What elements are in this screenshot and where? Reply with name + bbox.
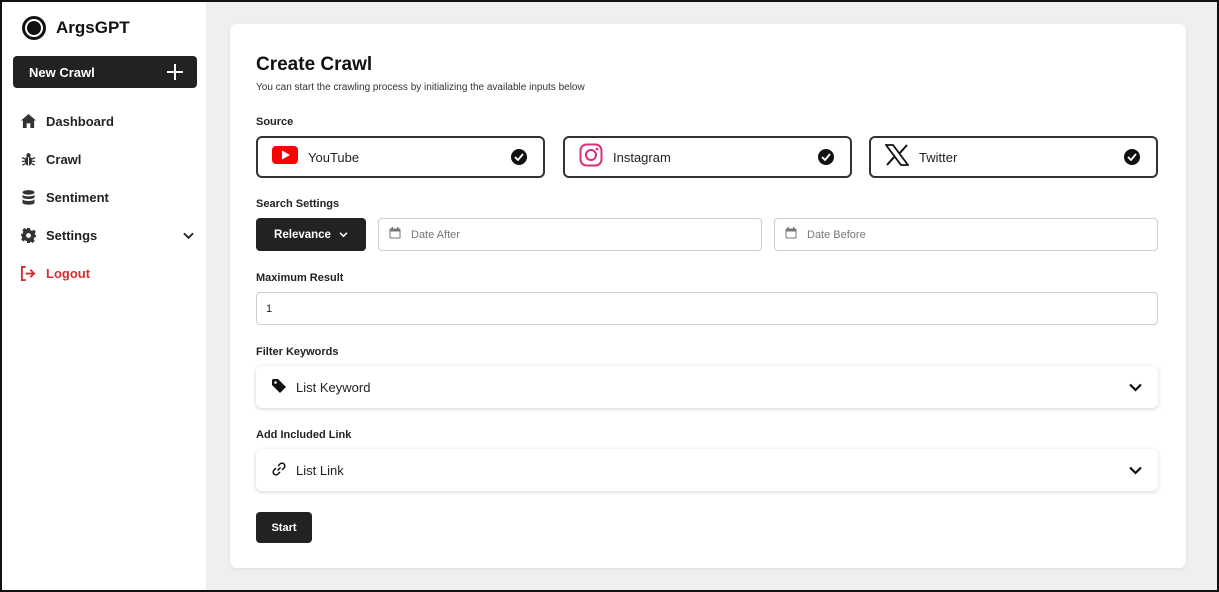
chevron-down-icon[interactable]: [183, 228, 194, 243]
maximum-result-label: Maximum Result: [256, 272, 344, 284]
date-before-placeholder: Date Before: [807, 228, 866, 241]
source-name: YouTube: [308, 149, 360, 165]
logout-icon: [20, 265, 36, 281]
source-label: Source: [256, 116, 294, 128]
sidebar-item-crawl[interactable]: Crawl: [20, 140, 198, 178]
sidebar-item-label: Crawl: [46, 151, 82, 167]
app-name: ArgsGPT: [56, 18, 130, 37]
sidebar: ArgsGPT New Crawl Dashboard Crawl Sentim…: [2, 2, 206, 590]
gear-icon: [20, 227, 36, 243]
sort-selected: Relevance: [274, 228, 331, 241]
source-name: Instagram: [613, 149, 671, 165]
brand[interactable]: ArgsGPT: [22, 16, 130, 40]
search-settings-label: Search Settings: [256, 198, 340, 210]
source-name: Twitter: [919, 149, 958, 165]
calendar-icon: [389, 227, 401, 242]
chevron-down-icon: [339, 229, 348, 241]
sort-dropdown[interactable]: Relevance: [256, 218, 366, 251]
main-content: Create Crawl You can start the crawling …: [206, 2, 1217, 590]
sidebar-item-logout[interactable]: Logout: [20, 254, 198, 292]
instagram-icon: [579, 143, 603, 172]
keyword-list-accordion[interactable]: List Keyword: [256, 366, 1158, 408]
date-before-field[interactable]: Date Before: [774, 218, 1158, 251]
sidebar-item-label: Sentiment: [46, 189, 109, 205]
page-subtitle: You can start the crawling process by in…: [256, 82, 585, 93]
check-icon: [1124, 149, 1140, 165]
app-window: ArgsGPT New Crawl Dashboard Crawl Sentim…: [0, 0, 1219, 592]
new-crawl-button[interactable]: New Crawl: [13, 56, 197, 88]
source-instagram[interactable]: Instagram: [563, 136, 852, 178]
sidebar-item-label: Dashboard: [46, 113, 114, 129]
keyword-list-title: List Keyword: [296, 379, 371, 395]
chevron-down-icon: [1129, 463, 1142, 478]
link-list-title: List Link: [296, 462, 344, 478]
sidebar-nav: Dashboard Crawl Sentiment Settings Logou…: [20, 102, 198, 292]
chevron-down-icon: [1129, 380, 1142, 395]
sidebar-item-dashboard[interactable]: Dashboard: [20, 102, 198, 140]
start-label: Start: [271, 521, 297, 534]
logo-icon: [22, 16, 46, 40]
date-after-field[interactable]: Date After: [378, 218, 762, 251]
calendar-icon: [785, 227, 797, 242]
source-youtube[interactable]: YouTube: [256, 136, 545, 178]
database-icon: [20, 189, 36, 205]
maximum-result-value: 1: [266, 302, 273, 315]
link-icon: [272, 461, 286, 479]
included-link-label: Add Included Link: [256, 429, 352, 441]
filter-keywords-label: Filter Keywords: [256, 346, 339, 358]
check-icon: [511, 149, 527, 165]
create-crawl-card: Create Crawl You can start the crawling …: [230, 24, 1186, 568]
start-button[interactable]: Start: [256, 512, 312, 543]
new-crawl-label: New Crawl: [29, 64, 95, 80]
source-twitter[interactable]: Twitter: [869, 136, 1158, 178]
link-list-accordion[interactable]: List Link: [256, 449, 1158, 491]
sidebar-item-label: Settings: [46, 227, 98, 243]
check-icon: [818, 149, 834, 165]
page-title: Create Crawl: [256, 54, 373, 75]
x-twitter-icon: [884, 143, 910, 171]
home-icon: [20, 113, 36, 129]
tag-icon: [272, 378, 286, 396]
date-after-placeholder: Date After: [411, 228, 460, 241]
sidebar-item-settings[interactable]: Settings: [20, 216, 198, 254]
youtube-icon: [272, 145, 298, 169]
maximum-result-input[interactable]: 1: [256, 292, 1158, 325]
sidebar-item-label: Logout: [46, 265, 91, 281]
plus-icon: [167, 64, 183, 80]
sidebar-item-sentiment[interactable]: Sentiment: [20, 178, 198, 216]
bug-icon: [20, 151, 36, 167]
